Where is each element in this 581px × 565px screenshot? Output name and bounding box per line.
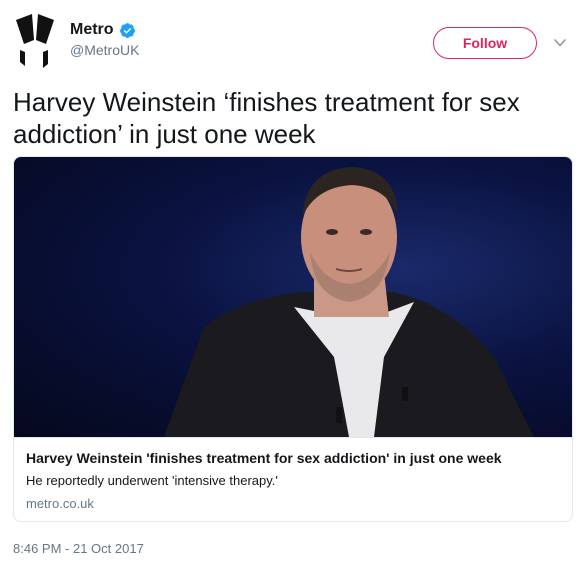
avatar[interactable] xyxy=(12,14,58,70)
metro-logo xyxy=(16,14,54,68)
link-card[interactable]: Harvey Weinstein 'finishes treatment for… xyxy=(13,156,573,522)
tweet-text: Harvey Weinstein ‘finishes treatment for… xyxy=(13,87,520,149)
follow-button[interactable]: Follow xyxy=(433,27,537,59)
person-photo xyxy=(164,167,534,437)
author-info: Metro @MetroUK xyxy=(70,21,139,58)
tweet-timestamp[interactable]: 8:46 PM - 21 Oct 2017 xyxy=(13,541,144,556)
display-name[interactable]: Metro xyxy=(70,21,114,39)
tweet-container: Metro @MetroUK Follow Harvey Weinstein ‘… xyxy=(0,0,581,565)
chevron-down-icon[interactable] xyxy=(552,35,568,51)
card-domain: metro.co.uk xyxy=(26,496,94,511)
card-image[interactable] xyxy=(14,157,572,437)
handle[interactable]: @MetroUK xyxy=(70,42,139,58)
name-row: Metro xyxy=(70,21,139,39)
card-body[interactable]: Harvey Weinstein 'finishes treatment for… xyxy=(14,437,572,521)
card-title[interactable]: Harvey Weinstein 'finishes treatment for… xyxy=(26,449,560,467)
card-description: He reportedly underwent 'intensive thera… xyxy=(26,473,278,488)
verified-badge-icon xyxy=(119,22,135,38)
